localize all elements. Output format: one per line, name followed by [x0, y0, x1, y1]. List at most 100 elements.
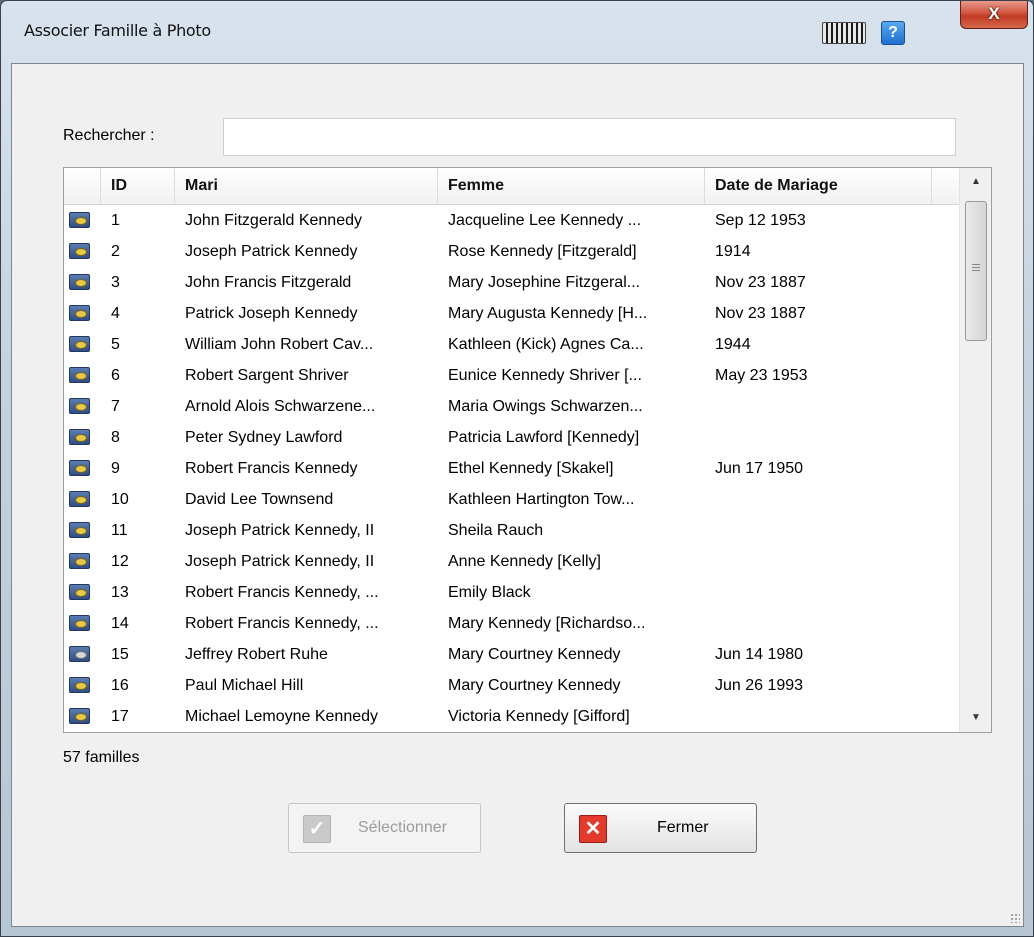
cell-femme: Ethel Kennedy [Skakel]	[448, 460, 614, 477]
cell-mari: David Lee Townsend	[185, 491, 334, 508]
cell-date	[705, 484, 932, 515]
families-table: ID Mari Femme Date de Mariage 1 John Fitz…	[63, 167, 992, 733]
family-photo-icon	[69, 305, 90, 321]
cell-femme: Mary Kennedy [Richardso...	[448, 615, 646, 632]
table-row[interactable]: 6 Robert Sargent Shriver Eunice Kennedy Sh…	[64, 360, 959, 391]
family-photo-icon	[69, 243, 90, 259]
table-row[interactable]: 7 Arnold Alois Schwarzene... Maria Owings …	[64, 391, 959, 422]
column-header-date[interactable]: Date de Mariage	[705, 168, 932, 204]
close-button-label: Fermer	[657, 819, 709, 836]
family-photo-icon	[69, 367, 90, 383]
cell-mari: Robert Francis Kennedy, ...	[185, 615, 379, 632]
family-photo-icon	[69, 336, 90, 352]
close-window-button[interactable]: X	[960, 1, 1028, 29]
cell-id: 14	[111, 615, 129, 632]
scrollbar-grip-icon	[972, 264, 980, 273]
column-header-femme[interactable]: Femme	[438, 168, 705, 204]
cell-mari: Peter Sydney Lawford	[185, 429, 343, 446]
family-photo-icon	[69, 429, 90, 445]
family-photo-icon	[69, 677, 90, 693]
table-row[interactable]: 9 Robert Francis Kennedy Ethel Kennedy [Sk…	[64, 453, 959, 484]
table-row[interactable]: 10 David Lee Townsend Kathleen Hartington …	[64, 484, 959, 515]
table-row[interactable]: 2 Joseph Patrick Kennedy Rose Kennedy [Fit…	[64, 236, 959, 267]
cell-date: 1914	[715, 243, 751, 260]
select-button-label: Sélectionner	[358, 819, 447, 836]
cell-id: 15	[111, 646, 129, 663]
table-row[interactable]: 14 Robert Francis Kennedy, ... Mary Kenned…	[64, 608, 959, 639]
cell-date	[705, 577, 932, 608]
scroll-down-arrow-icon[interactable]: ▼	[960, 704, 991, 732]
cell-mari: John Francis Fitzgerald	[185, 274, 352, 291]
title-bar[interactable]: Associer Famille à Photo ? X	[1, 1, 1033, 63]
cell-id: 11	[111, 522, 128, 539]
keyboard-icon[interactable]	[822, 22, 866, 44]
cell-date: Jun 14 1980	[715, 646, 804, 663]
table-row[interactable]: 8 Peter Sydney Lawford Patricia Lawford [K…	[64, 422, 959, 453]
table-row[interactable]: 17 Michael Lemoyne Kennedy Victoria Kenned…	[64, 701, 959, 732]
cell-femme: Patricia Lawford [Kennedy]	[448, 429, 640, 446]
select-button[interactable]: ✓ Sélectionner	[288, 803, 481, 853]
cell-id: 8	[111, 429, 120, 446]
table-row[interactable]: 15 Jeffrey Robert Ruhe Mary Courtney Kenne…	[64, 639, 959, 670]
column-header-id[interactable]: ID	[101, 168, 175, 204]
checkmark-icon: ✓	[303, 815, 331, 843]
column-header-mari[interactable]: Mari	[175, 168, 438, 204]
resize-grip-icon[interactable]	[1010, 913, 1020, 923]
window-title: Associer Famille à Photo	[24, 21, 211, 40]
family-photo-icon	[69, 584, 90, 600]
cell-id: 7	[111, 398, 120, 415]
cell-date: Sep 12 1953	[715, 212, 806, 229]
cell-id: 4	[111, 305, 120, 322]
column-header-icon[interactable]	[64, 168, 101, 204]
cell-femme: Sheila Rauch	[448, 522, 544, 539]
family-photo-icon	[69, 398, 90, 414]
cell-date	[705, 422, 932, 453]
cell-mari: Robert Sargent Shriver	[185, 367, 349, 384]
table-row[interactable]: 3 John Francis Fitzgerald Mary Josephine F…	[64, 267, 959, 298]
cell-femme: Kathleen Hartington Tow...	[448, 491, 635, 508]
search-input[interactable]	[223, 118, 956, 156]
cell-id: 6	[111, 367, 120, 384]
cell-femme: Victoria Kennedy [Gifford]	[448, 708, 630, 725]
cell-femme: Eunice Kennedy Shriver [...	[448, 367, 642, 384]
cell-date	[705, 608, 932, 639]
cell-mari: Robert Francis Kennedy	[185, 460, 358, 477]
cell-mari: William John Robert Cav...	[185, 336, 374, 353]
cell-id: 5	[111, 336, 120, 353]
scroll-up-arrow-icon[interactable]: ▲	[960, 168, 991, 196]
family-photo-icon	[69, 460, 90, 476]
table-row[interactable]: 4 Patrick Joseph Kennedy Mary Augusta Kenn…	[64, 298, 959, 329]
dialog-window: Associer Famille à Photo ? X Rechercher …	[0, 0, 1034, 937]
cell-date	[705, 515, 932, 546]
family-photo-icon	[69, 212, 90, 228]
family-photo-icon	[69, 274, 90, 290]
cell-id: 12	[111, 553, 129, 570]
cell-mari: Joseph Patrick Kennedy, II	[185, 522, 375, 539]
help-icon[interactable]: ?	[881, 21, 905, 45]
close-button[interactable]: ✕ Fermer	[564, 803, 757, 853]
cell-mari: Robert Francis Kennedy, ...	[185, 584, 379, 601]
cell-date: May 23 1953	[715, 367, 808, 384]
cell-femme: Mary Courtney Kennedy	[448, 646, 621, 663]
cell-id: 9	[111, 460, 120, 477]
cell-id: 17	[111, 708, 129, 725]
vertical-scrollbar[interactable]: ▲ ▼	[959, 168, 991, 732]
table-body: 1 John Fitzgerald Kennedy Jacqueline Lee K…	[64, 205, 959, 732]
cell-mari: Michael Lemoyne Kennedy	[185, 708, 379, 725]
table-row[interactable]: 5 William John Robert Cav... Kathleen (Kic…	[64, 329, 959, 360]
cell-id: 1	[111, 212, 120, 229]
cell-femme: Mary Augusta Kennedy [H...	[448, 305, 648, 322]
table-row[interactable]: 11 Joseph Patrick Kennedy, II Sheila Rauch	[64, 515, 959, 546]
cell-id: 16	[111, 677, 129, 694]
cell-femme: Rose Kennedy [Fitzgerald]	[448, 243, 637, 260]
family-photo-icon	[69, 491, 90, 507]
cell-date: Nov 23 1887	[715, 274, 806, 291]
cell-femme: Mary Courtney Kennedy	[448, 677, 621, 694]
table-row[interactable]: 12 Joseph Patrick Kennedy, II Anne Kennedy…	[64, 546, 959, 577]
table-row[interactable]: 13 Robert Francis Kennedy, ... Emily Black	[64, 577, 959, 608]
table-row[interactable]: 16 Paul Michael Hill Mary Courtney Kennedy…	[64, 670, 959, 701]
cell-date: Jun 17 1950	[715, 460, 804, 477]
table-row[interactable]: 1 John Fitzgerald Kennedy Jacqueline Lee K…	[64, 205, 959, 236]
scrollbar-thumb[interactable]	[965, 201, 987, 341]
cell-date: Jun 26 1993	[715, 677, 804, 694]
